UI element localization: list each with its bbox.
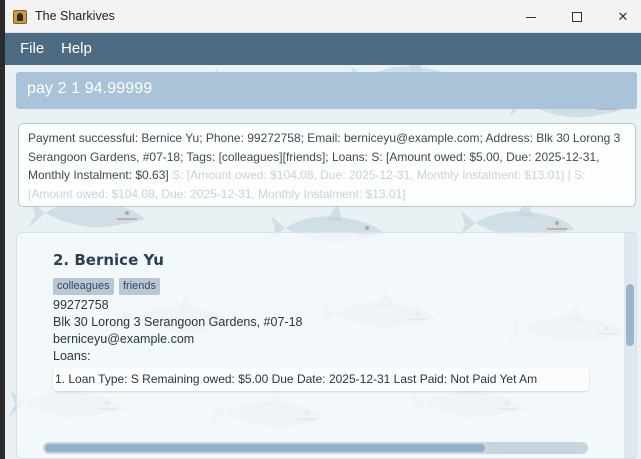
person-email: berniceyu@example.com <box>53 332 195 346</box>
app-window: The Sharkives ✕ File Help pay 2 1 94.999… <box>5 0 641 459</box>
title-bar: The Sharkives ✕ <box>5 0 641 33</box>
loan-row-text: 1. Loan Type: S Remaining owed: $5.00 Du… <box>55 372 538 386</box>
person-card[interactable]: 2. Bernice Yu colleagues friends 9927275… <box>53 251 613 459</box>
tag-colleagues: colleagues <box>53 278 114 295</box>
horizontal-scroll-thumb[interactable] <box>45 444 485 452</box>
minimize-icon <box>526 16 536 18</box>
menu-file[interactable]: File <box>20 40 44 57</box>
vertical-scrollbar[interactable] <box>624 232 636 459</box>
maximize-icon <box>572 12 582 22</box>
person-phone: 99272758 <box>53 298 109 312</box>
menu-bar: File Help <box>5 33 641 65</box>
window-title: The Sharkives <box>35 9 115 23</box>
person-list-panel[interactable]: 2. Bernice Yu colleagues friends 9927275… <box>16 232 637 459</box>
menu-help[interactable]: Help <box>61 40 92 57</box>
horizontal-scrollbar[interactable] <box>43 442 588 454</box>
close-button[interactable]: ✕ <box>603 4 641 30</box>
close-icon: ✕ <box>617 9 629 25</box>
loans-label: Loans: <box>53 349 91 363</box>
result-display[interactable]: Payment successful: Bernice Yu; Phone: 9… <box>18 123 636 207</box>
result-message: Payment successful: Bernice Yu; Phone: 9… <box>28 129 632 203</box>
person-name: 2. Bernice Yu <box>53 251 164 269</box>
tag-friends: friends <box>119 278 161 295</box>
maximize-button[interactable] <box>557 4 597 30</box>
shark-app-icon <box>13 10 27 24</box>
vertical-scroll-thumb[interactable] <box>626 284 634 346</box>
loan-row[interactable]: 1. Loan Type: S Remaining owed: $5.00 Du… <box>53 367 589 391</box>
command-input-value: pay 2 1 94.99999 <box>27 80 153 97</box>
person-address: Blk 30 Lorong 3 Serangoon Gardens, #07-1… <box>53 315 303 329</box>
command-input[interactable]: pay 2 1 94.99999 <box>16 72 637 109</box>
minimize-button[interactable] <box>511 4 551 30</box>
